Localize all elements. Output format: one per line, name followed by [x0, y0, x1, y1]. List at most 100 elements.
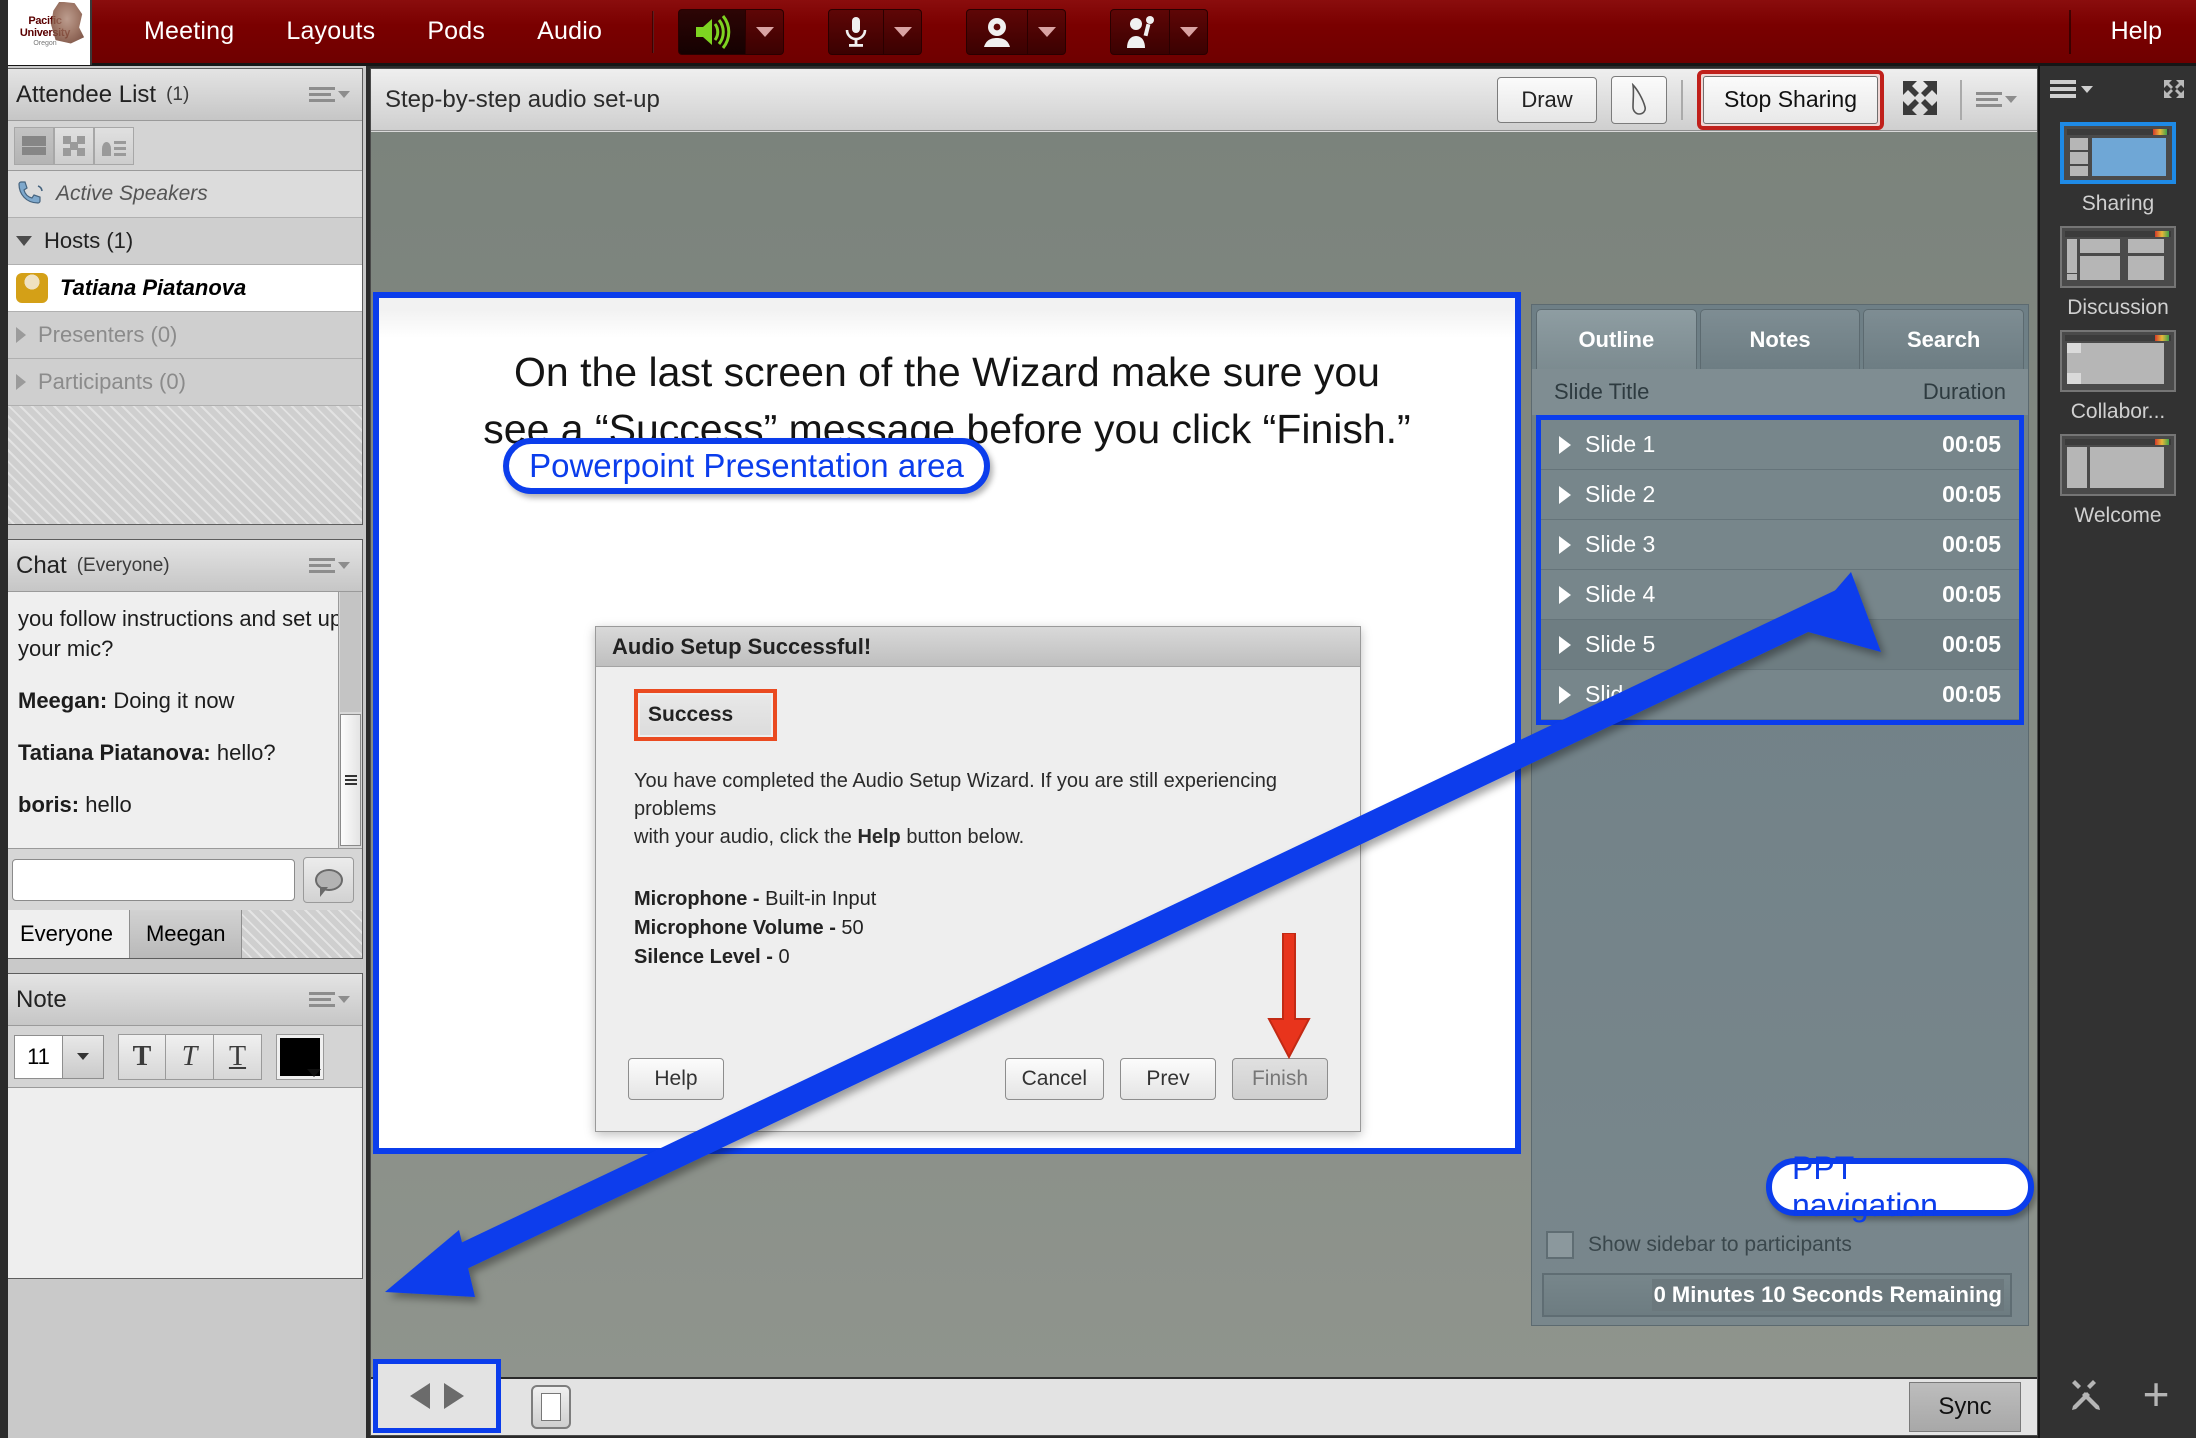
red-arrow-annotation — [1267, 933, 1311, 1060]
ppt-slide-row[interactable]: Slide 2 00:05 — [1541, 470, 2019, 520]
layout-item-welcome[interactable]: Welcome — [2052, 434, 2184, 528]
font-size-value[interactable]: 11 — [14, 1034, 62, 1079]
plus-icon[interactable]: + — [2143, 1371, 2170, 1417]
card-view-icon[interactable] — [94, 126, 134, 165]
attendee-group-hosts[interactable]: Hosts (1) — [4, 218, 362, 265]
chat-scroll-thumb[interactable] — [340, 714, 361, 846]
dialog-prev-button[interactable]: Prev — [1120, 1058, 1216, 1100]
layout-label-collaboration: Collabor... — [2070, 400, 2166, 423]
speaker-button[interactable] — [678, 8, 747, 55]
fullscreen-button[interactable] — [1898, 76, 1946, 124]
share-pod-menu-button[interactable] — [1976, 92, 2017, 107]
chat-pod-menu-button[interactable] — [309, 558, 350, 573]
dialog-help-button[interactable]: Help — [628, 1058, 724, 1100]
ppt-column-header: Slide Title Duration — [1532, 369, 2028, 415]
triangle-right-icon — [1559, 635, 1571, 654]
slide-panel-icon[interactable] — [531, 1385, 571, 1429]
ppt-slide-title: Slide 4 — [1585, 581, 1656, 607]
font-size-selector[interactable]: 11 — [14, 1034, 104, 1079]
chat-scrollbar[interactable] — [338, 592, 362, 848]
ppt-slide-row[interactable]: Slide 1 00:05 — [1541, 420, 2019, 470]
note-text-area[interactable] — [4, 1088, 362, 1278]
bold-button[interactable]: T — [118, 1033, 166, 1080]
grid-view-icon[interactable] — [54, 126, 94, 165]
rail-expand-icon[interactable] — [2162, 78, 2186, 100]
tab-notes[interactable]: Notes — [1699, 309, 1861, 369]
powerpoint-slide[interactable]: On the last screen of the Wizard make su… — [379, 298, 1515, 1148]
ppt-slide-row[interactable]: Slide 4 00:05 — [1541, 570, 2019, 620]
ppt-slide-row[interactable]: Slide 6 00:05 — [1541, 670, 2019, 720]
attendee-pod-menu-button[interactable] — [309, 87, 350, 102]
attendee-group-presenters[interactable]: Presenters (0) — [4, 312, 362, 359]
chat-send-button[interactable] — [303, 856, 354, 903]
menu-meeting[interactable]: Meeting — [118, 11, 260, 52]
italic-button[interactable]: T — [166, 1033, 214, 1080]
webcam-control — [966, 8, 1067, 55]
text-color-picker[interactable] — [276, 1033, 324, 1080]
dialog-help-word: Help — [857, 826, 901, 848]
webcam-dropdown[interactable] — [1028, 8, 1067, 55]
ppt-slide-row[interactable]: Slide 3 00:05 — [1541, 520, 2019, 570]
chat-scroll-track[interactable] — [340, 592, 361, 712]
ppt-slide-duration: 00:05 — [1942, 581, 2001, 607]
chevron-down-icon — [77, 1053, 89, 1060]
layout-thumbnail-discussion — [2060, 226, 2176, 288]
list-view-icon[interactable] — [14, 126, 54, 165]
detail-label: Microphone — [634, 888, 748, 910]
prev-slide-icon[interactable] — [410, 1383, 430, 1409]
menu-audio[interactable]: Audio — [511, 11, 628, 52]
layout-item-sharing[interactable]: Sharing — [2052, 122, 2184, 216]
ppt-slide-row[interactable]: Slide 5 00:05 — [1541, 620, 2019, 670]
microphone-button[interactable] — [828, 8, 885, 55]
dialog-footer-right: Cancel Prev Finish — [1004, 1058, 1328, 1100]
underline-button[interactable]: T — [214, 1033, 262, 1080]
draw-button[interactable]: Draw — [1497, 76, 1598, 123]
show-sidebar-checkbox[interactable] — [1546, 1231, 1574, 1259]
sync-button[interactable]: Sync — [1909, 1382, 2021, 1432]
font-size-dropdown[interactable] — [62, 1034, 104, 1079]
ppt-navigation-highlight — [373, 1359, 501, 1433]
webcam-button[interactable] — [966, 8, 1029, 55]
menu-layouts[interactable]: Layouts — [260, 11, 401, 52]
pointer-icon — [1631, 82, 1647, 115]
note-title: Note — [16, 985, 67, 1013]
chat-tab-meegan[interactable]: Meegan — [129, 910, 243, 958]
phone-icon — [16, 181, 46, 207]
raise-hand-button[interactable] — [1110, 8, 1171, 55]
chat-title: Chat — [16, 551, 67, 579]
dialog-finish-button[interactable]: Finish — [1232, 1058, 1328, 1100]
speaker-dropdown[interactable] — [746, 8, 785, 55]
rail-menu-icon[interactable] — [2050, 80, 2076, 98]
chat-input-row — [4, 848, 362, 910]
stop-sharing-highlight: Stop Sharing — [1697, 69, 1884, 130]
tab-outline[interactable]: Outline — [1536, 309, 1697, 369]
layout-thumbnail-welcome — [2060, 434, 2176, 496]
note-pod-menu-button[interactable] — [309, 992, 350, 1007]
dialog-cancel-button[interactable]: Cancel — [1004, 1058, 1104, 1100]
share-pod-controls: Draw Stop Sharing — [1497, 69, 2023, 130]
chevron-down-icon — [755, 26, 774, 37]
chevron-down-icon — [338, 996, 350, 1003]
show-sidebar-row[interactable]: Show sidebar to participants — [1536, 1225, 2018, 1265]
chat-message-list[interactable]: you follow instructions and set up your … — [4, 592, 362, 848]
chat-message: boris: hello — [18, 790, 348, 820]
microphone-dropdown[interactable] — [884, 8, 923, 55]
next-slide-icon[interactable] — [444, 1383, 464, 1409]
pointer-button[interactable] — [1611, 75, 1668, 124]
layout-item-discussion[interactable]: Discussion — [2052, 226, 2184, 320]
tools-icon[interactable] — [2067, 1376, 2103, 1412]
menu-pods[interactable]: Pods — [401, 11, 511, 52]
status-dropdown[interactable] — [1170, 8, 1209, 55]
tab-search[interactable]: Search — [1863, 309, 2025, 369]
attendee-empty-area — [4, 406, 362, 524]
chat-input[interactable] — [12, 858, 295, 901]
layout-item-collaboration[interactable]: Collabor... — [2052, 330, 2184, 424]
help-menu[interactable]: Help — [2101, 11, 2196, 52]
share-canvas: On the last screen of the Wizard make su… — [371, 132, 2037, 1377]
attendee-group-participants[interactable]: Participants (0) — [4, 359, 362, 406]
chat-message: you follow instructions and set up your … — [18, 604, 348, 664]
stop-sharing-button[interactable]: Stop Sharing — [1703, 75, 1878, 124]
attendee-row[interactable]: Tatiana Piatanova — [4, 265, 362, 312]
callout-ppt-navigation: PPT navigation — [1766, 1150, 2034, 1223]
chat-tab-everyone[interactable]: Everyone — [4, 910, 130, 958]
